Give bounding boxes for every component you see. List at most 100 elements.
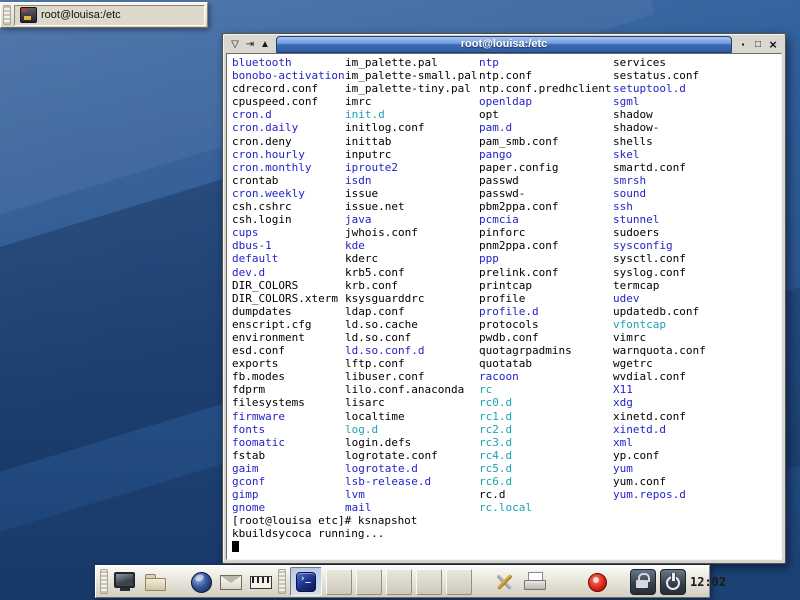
panel-items: 12:02: [96, 566, 709, 597]
file-entry: sysconfig: [613, 239, 673, 252]
file-entry: sound: [613, 187, 646, 200]
file-entry: wvdial.conf: [613, 370, 686, 383]
file-entry: cron.weekly: [232, 187, 345, 200]
file-entry: fonts: [232, 423, 345, 436]
tools-icon: [493, 570, 517, 594]
listing-row: dev.dkrb5.confprelink.confsyslog.conf: [232, 266, 781, 279]
task-button-label: root@louisa:/etc: [41, 9, 121, 21]
listing-row: defaultkdercpppsysctl.conf: [232, 252, 781, 265]
empty-launcher-slot[interactable]: [386, 569, 412, 595]
listing-row: gaimlogrotate.drc5.dyum: [232, 462, 781, 475]
printer-launcher[interactable]: [522, 568, 548, 595]
panel-hide-handle[interactable]: [100, 569, 108, 594]
file-entry: opt: [479, 108, 613, 121]
mail-launcher[interactable]: [218, 568, 244, 595]
file-entry: lftp.conf: [345, 357, 479, 370]
file-entry: libuser.conf: [345, 370, 479, 383]
file-listing: bluetoothim_palette.palntpservicesbonobo…: [232, 56, 781, 514]
clock[interactable]: 12:02: [690, 575, 730, 589]
music-keyboard-launcher[interactable]: [248, 568, 274, 595]
terminal-cursor: [232, 541, 239, 552]
taskbar-active-task[interactable]: [290, 567, 322, 596]
file-entry: csh.login: [232, 213, 345, 226]
file-entry: termcap: [613, 279, 659, 292]
file-entry: localtime: [345, 410, 479, 423]
file-entry: sysctl.conf: [613, 252, 686, 265]
minimize-button[interactable]: ▪: [736, 38, 750, 52]
terminal-monitor-launcher[interactable]: [112, 568, 138, 595]
empty-launcher-slot[interactable]: [326, 569, 352, 595]
file-entry: fb.modes: [232, 370, 345, 383]
close-button[interactable]: ×: [766, 38, 780, 52]
listing-row: bonobo-activationim_palette-small.palntp…: [232, 69, 781, 82]
file-entry: rc.d: [479, 488, 613, 501]
file-entry: syslog.conf: [613, 266, 686, 279]
globe-launcher[interactable]: [188, 568, 214, 595]
terminal-screen[interactable]: bluetoothim_palette.palntpservicesbonobo…: [226, 53, 782, 560]
file-entry: passwd-: [479, 187, 613, 200]
file-entry: dumpdates: [232, 305, 345, 318]
listing-row: environmentld.so.confpwdb.confvimrc: [232, 331, 781, 344]
file-entry: esd.conf: [232, 344, 345, 357]
top-taskbar: root@louisa:/etc: [0, 2, 208, 28]
listing-row: gnomemailrc.local: [232, 501, 781, 514]
file-entry: init.d: [345, 108, 479, 121]
file-entry: ntp.conf.predhclient: [479, 82, 613, 95]
file-entry: xdg: [613, 396, 633, 409]
file-entry: fstab: [232, 449, 345, 462]
file-entry: quotagrpadmins: [479, 344, 613, 357]
file-entry: ld.so.cache: [345, 318, 479, 331]
window-titlebar[interactable]: ▽⇥▲ root@louisa:/etc ▪□×: [226, 36, 782, 53]
mail-icon: [219, 570, 243, 594]
folder-launcher[interactable]: [142, 568, 168, 595]
empty-launcher-slot[interactable]: [356, 569, 382, 595]
file-entry: mail: [345, 501, 479, 514]
lock-button[interactable]: [630, 569, 656, 595]
file-entry: cron.daily: [232, 121, 345, 134]
file-entry: logrotate.d: [345, 462, 479, 475]
konsole-window: ▽⇥▲ root@louisa:/etc ▪□× bluetoothim_pal…: [222, 33, 786, 564]
file-entry: cpuspeed.conf: [232, 95, 345, 108]
file-entry: wgetrc: [613, 357, 653, 370]
taskbar-applet-handle[interactable]: [278, 569, 286, 594]
bottom-panel: 12:02: [95, 565, 710, 598]
file-entry: ntp: [479, 56, 613, 69]
window-controls: ▪□×: [734, 38, 782, 52]
menu-triangle-icon[interactable]: ▽: [228, 38, 242, 52]
file-entry: lisarc: [345, 396, 479, 409]
file-entry: im_palette-small.pal: [345, 69, 479, 82]
listing-row: dbus-1kdepnm2ppa.confsysconfig: [232, 239, 781, 252]
file-entry: im_palette.pal: [345, 56, 479, 69]
file-entry: rc2.d: [479, 423, 613, 436]
tab-detach-icon[interactable]: ⇥: [243, 38, 257, 52]
taskbar-task-button[interactable]: root@louisa:/etc: [14, 5, 205, 26]
panel-drag-handle[interactable]: [3, 5, 11, 25]
power-button[interactable]: [660, 569, 686, 595]
file-entry: ldap.conf: [345, 305, 479, 318]
file-entry: rc0.d: [479, 396, 613, 409]
konsole-icon: [296, 572, 316, 592]
konsole-icon: [20, 7, 37, 23]
file-entry: firmware: [232, 410, 345, 423]
eject-icon[interactable]: ▲: [258, 38, 272, 52]
file-entry: rc4.d: [479, 449, 613, 462]
alert-red-icon: [585, 570, 609, 594]
file-entry: im_palette-tiny.pal: [345, 82, 479, 95]
empty-launcher-slot[interactable]: [446, 569, 472, 595]
file-entry: default: [232, 252, 345, 265]
status-line: kbuildsycoca running...: [232, 527, 781, 540]
empty-launcher-slot[interactable]: [416, 569, 442, 595]
alert-red-launcher[interactable]: [584, 568, 610, 595]
desktop: root@louisa:/etc ▽⇥▲ root@louisa:/etc ▪□…: [0, 0, 800, 600]
file-entry: enscript.cfg: [232, 318, 345, 331]
maximize-button[interactable]: □: [751, 38, 765, 52]
file-entry: ppp: [479, 252, 613, 265]
tools-launcher[interactable]: [492, 568, 518, 595]
file-entry: cron.hourly: [232, 148, 345, 161]
file-entry: profile: [479, 292, 613, 305]
file-entry: filesystems: [232, 396, 345, 409]
listing-row: crontabisdnpasswdsmrsh: [232, 174, 781, 187]
file-entry: krb.conf: [345, 279, 479, 292]
file-entry: ntp.conf: [479, 69, 613, 82]
file-entry: log.d: [345, 423, 479, 436]
